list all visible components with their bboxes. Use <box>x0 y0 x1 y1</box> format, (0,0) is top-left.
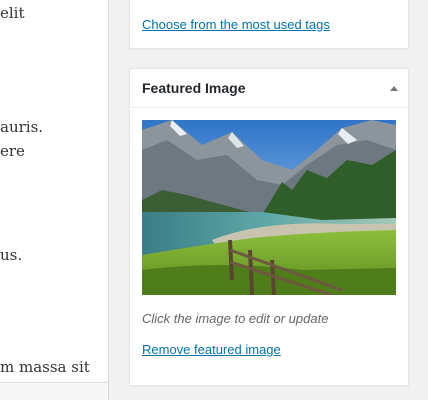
editor-text-line: auris. <box>0 118 44 136</box>
triangle-up-icon[interactable] <box>388 82 400 94</box>
featured-image-hint: Click the image to edit or update <box>142 311 329 326</box>
editor-status-bar <box>0 382 109 400</box>
editor-text-line: ere <box>0 142 25 160</box>
featured-image-thumbnail[interactable] <box>142 120 396 295</box>
editor-text-line: elit <box>0 4 25 22</box>
editor-text-line: us. <box>0 246 23 264</box>
post-content-editor[interactable]: elit auris. ere us. m massa sit <box>0 0 109 382</box>
featured-image-box: Featured Image Click the image to edit o… <box>129 68 409 386</box>
tags-box: Choose from the most used tags <box>129 0 409 49</box>
featured-image-title: Featured Image <box>142 80 246 96</box>
remove-featured-image-link[interactable]: Remove featured image <box>142 342 281 357</box>
featured-image-header[interactable]: Featured Image <box>130 69 408 108</box>
editor-text-line: m massa sit <box>0 358 90 376</box>
choose-most-used-tags-link[interactable]: Choose from the most used tags <box>142 17 330 32</box>
